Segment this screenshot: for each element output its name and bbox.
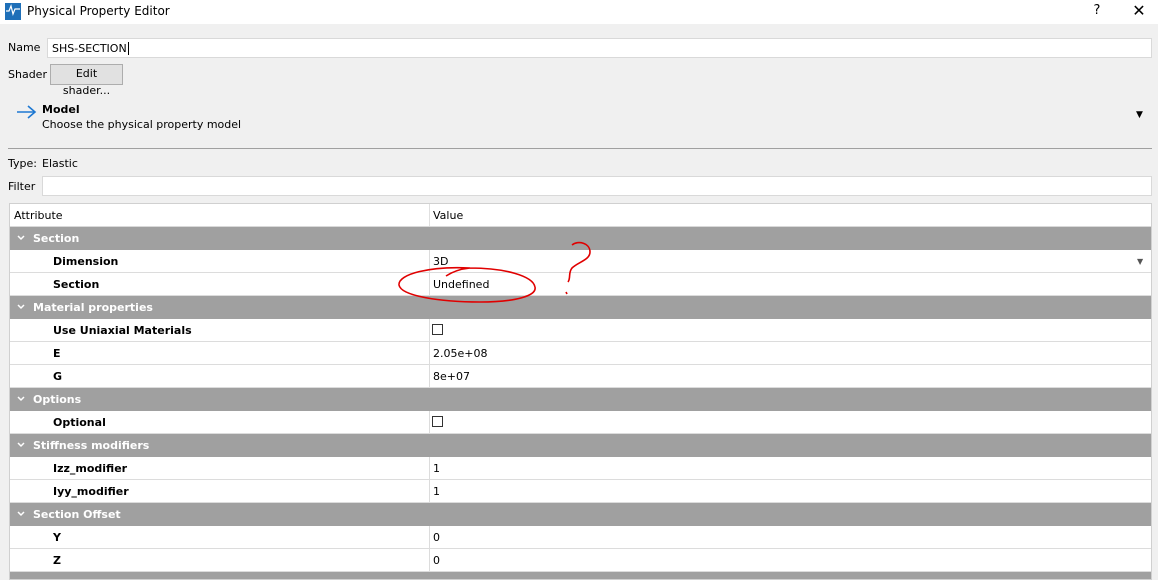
- group-row-next[interactable]: [10, 572, 1151, 579]
- group-row-section-offset[interactable]: Section Offset: [10, 503, 1151, 526]
- model-separator: [8, 148, 1152, 149]
- group-label: Stiffness modifiers: [33, 439, 150, 452]
- name-label: Name: [8, 41, 41, 54]
- group-label: Section: [33, 232, 80, 245]
- use-uniaxial-checkbox[interactable]: [432, 324, 443, 335]
- property-row-izz-modifier[interactable]: Izz_modifier 1: [10, 457, 1151, 480]
- model-dropdown-icon[interactable]: ▼: [1136, 110, 1143, 120]
- cell-divider: [429, 319, 430, 342]
- group-label: Section Offset: [33, 508, 121, 521]
- cell-divider: [429, 250, 430, 273]
- cell-divider: [429, 273, 430, 296]
- group-row-stiffness-modifiers[interactable]: Stiffness modifiers: [10, 434, 1151, 457]
- section-value[interactable]: Undefined: [433, 278, 489, 291]
- property-grid: Attribute Value Section Dimension 3D ▼ S…: [9, 203, 1152, 580]
- property-row-use-uniaxial-materials[interactable]: Use Uniaxial Materials: [10, 319, 1151, 342]
- model-subtitle[interactable]: Choose the physical property model: [42, 118, 241, 131]
- group-row-material-properties[interactable]: Material properties: [10, 296, 1151, 319]
- izz-modifier-value[interactable]: 1: [433, 462, 440, 475]
- cell-divider: [429, 457, 430, 480]
- group-row-options[interactable]: Options: [10, 388, 1151, 411]
- column-divider[interactable]: [429, 204, 430, 226]
- name-input-value: SHS-SECTION: [52, 42, 127, 55]
- cell-divider: [429, 526, 430, 549]
- g-value[interactable]: 8e+07: [433, 370, 470, 383]
- y-value[interactable]: 0: [433, 531, 440, 544]
- property-label: G: [53, 370, 63, 383]
- optional-checkbox[interactable]: [432, 416, 443, 427]
- shader-label: Shader: [8, 68, 47, 81]
- cell-divider: [429, 480, 430, 503]
- property-label: Y: [53, 531, 61, 544]
- type-value: Elastic: [42, 157, 78, 170]
- z-value[interactable]: 0: [433, 554, 440, 567]
- group-label: Material properties: [33, 301, 153, 314]
- header-value[interactable]: Value: [433, 209, 463, 222]
- property-row-section[interactable]: Section Undefined: [10, 273, 1151, 296]
- filter-label: Filter: [8, 180, 36, 193]
- property-row-e[interactable]: E 2.05e+08: [10, 342, 1151, 365]
- dimension-select-value[interactable]: 3D: [433, 255, 448, 268]
- property-row-y[interactable]: Y 0: [10, 526, 1151, 549]
- property-label: Z: [53, 554, 61, 567]
- window-title: Physical Property Editor: [27, 4, 170, 18]
- chevron-down-icon[interactable]: [16, 509, 26, 519]
- property-row-iyy-modifier[interactable]: Iyy_modifier 1: [10, 480, 1151, 503]
- chevron-down-icon[interactable]: [16, 233, 26, 243]
- property-label: Section: [53, 278, 100, 291]
- model-title[interactable]: Model: [42, 103, 80, 116]
- iyy-modifier-value[interactable]: 1: [433, 485, 440, 498]
- app-logo-icon: [5, 3, 21, 20]
- cell-divider: [429, 342, 430, 365]
- arrow-right-icon: [17, 105, 37, 119]
- property-label: Optional: [53, 416, 106, 429]
- property-label: Iyy_modifier: [53, 485, 129, 498]
- property-label: Izz_modifier: [53, 462, 128, 475]
- property-row-g[interactable]: G 8e+07: [10, 365, 1151, 388]
- close-button[interactable]: ✕: [1132, 1, 1146, 20]
- group-label: Options: [33, 393, 82, 406]
- e-value[interactable]: 2.05e+08: [433, 347, 487, 360]
- chevron-down-icon[interactable]: [16, 440, 26, 450]
- group-row-section[interactable]: Section: [10, 227, 1151, 250]
- grid-header: Attribute Value: [10, 204, 1151, 227]
- filter-input[interactable]: [42, 176, 1152, 196]
- property-label: Use Uniaxial Materials: [53, 324, 192, 337]
- property-label: E: [53, 347, 61, 360]
- type-label: Type:: [8, 157, 37, 170]
- property-row-optional[interactable]: Optional: [10, 411, 1151, 434]
- cell-divider: [429, 411, 430, 434]
- cell-divider: [429, 549, 430, 572]
- name-input[interactable]: SHS-SECTION: [47, 38, 1152, 58]
- property-row-z[interactable]: Z 0: [10, 549, 1151, 572]
- edit-shader-button[interactable]: Edit shader...: [50, 64, 123, 97]
- chevron-down-icon[interactable]: [16, 394, 26, 404]
- cell-divider: [429, 365, 430, 388]
- property-row-dimension[interactable]: Dimension 3D ▼: [10, 250, 1151, 273]
- title-bar: Physical Property Editor ? ✕: [0, 0, 1158, 24]
- property-label: Dimension: [53, 255, 119, 268]
- header-attribute[interactable]: Attribute: [14, 209, 63, 222]
- chevron-down-icon[interactable]: [16, 302, 26, 312]
- help-button[interactable]: ?: [1090, 3, 1104, 18]
- chevron-down-icon[interactable]: ▼: [1137, 257, 1143, 266]
